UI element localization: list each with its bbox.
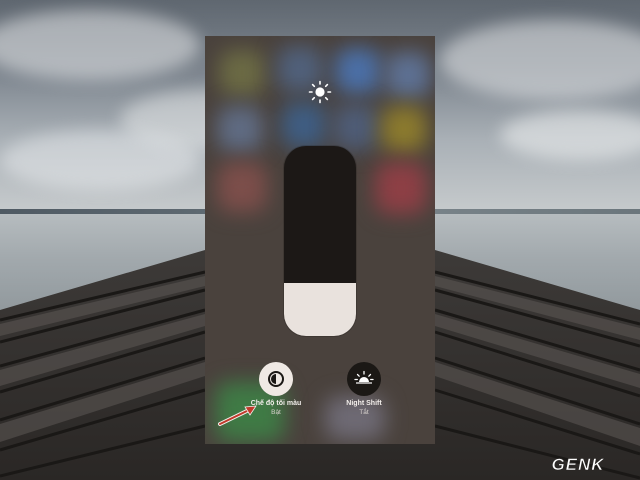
sun-icon (308, 80, 332, 104)
svg-text:GENK: GENK (551, 455, 605, 474)
screenshot-stage: Chế độ tối màu Bật Night Shift Tắt GENK (0, 0, 640, 480)
night-shift-state: Tắt (359, 409, 369, 416)
control-center-panel: Chế độ tối màu Bật Night Shift Tắt (205, 36, 435, 444)
dark-mode-label: Chế độ tối màu (250, 400, 302, 407)
brightness-slider-fill (284, 282, 356, 336)
dark-mode-icon (268, 371, 284, 387)
genk-logo: GENK (551, 455, 605, 474)
brightness-slider[interactable] (284, 146, 356, 336)
night-shift-label: Night Shift (346, 400, 382, 407)
dark-mode-state: Bật (271, 409, 281, 416)
night-shift-sun-icon (354, 370, 374, 384)
night-shift-button[interactable] (347, 362, 381, 396)
dark-mode-button[interactable] (259, 362, 293, 396)
